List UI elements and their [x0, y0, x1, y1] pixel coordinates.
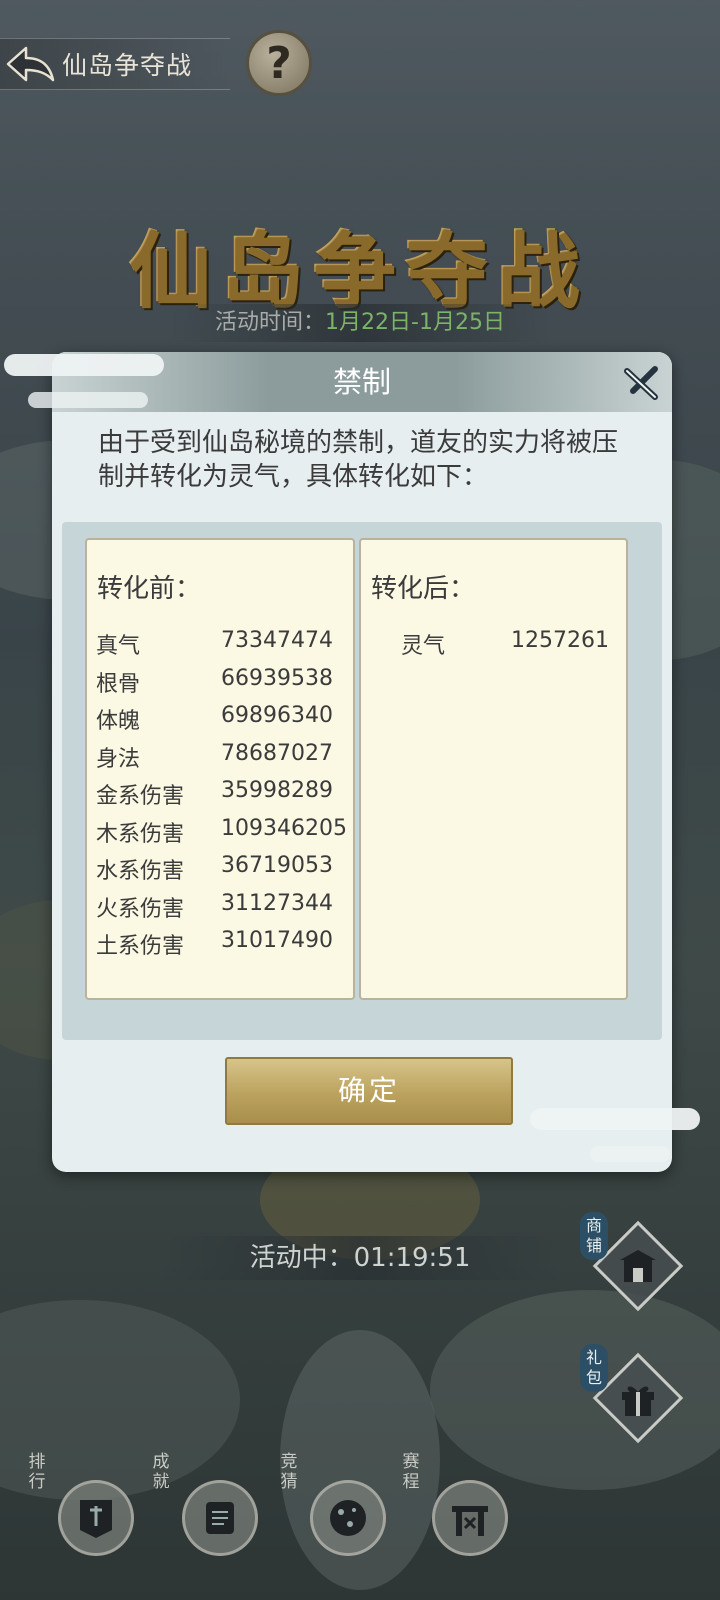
after-stat-name: 灵气 — [401, 634, 446, 659]
before-stat-name: 水系伤害 — [96, 859, 185, 884]
schedule-button[interactable]: 赛程 — [403, 1452, 510, 1558]
schedule-label: 赛程 — [402, 1452, 420, 1492]
before-stat-value: 36719053 — [221, 853, 333, 878]
before-title: 转化前： — [97, 574, 202, 604]
guess-label: 竞猜 — [280, 1452, 298, 1492]
help-button[interactable]: ? — [246, 30, 312, 96]
cloud-decoration — [590, 1146, 670, 1162]
before-stat-name: 木系伤害 — [96, 821, 185, 847]
after-column: 转化后： 灵气 1257261 — [359, 538, 628, 1000]
cloud-decoration — [4, 354, 164, 376]
after-stat-value: 1257261 — [511, 628, 609, 653]
achievement-button[interactable]: 成就 — [153, 1452, 260, 1558]
gift-label: 礼包 — [580, 1344, 608, 1392]
before-stat-value: 69896340 — [221, 703, 333, 728]
before-stat-value: 31127344 — [221, 890, 333, 916]
orb-icon — [330, 1500, 366, 1536]
dialog-title: 禁制 — [332, 365, 391, 399]
page-title: 仙岛争夺战 — [62, 51, 193, 80]
top-bar: 仙岛争夺战 — [0, 38, 230, 90]
before-stat-name: 真气 — [96, 634, 141, 659]
event-time: 活动时间：1月22日-1月25日 — [170, 304, 550, 342]
close-icon — [624, 366, 658, 400]
shop-button[interactable]: 商铺 — [580, 1212, 684, 1312]
scroll-icon — [206, 1502, 234, 1534]
before-stat-value: 31017490 — [221, 928, 333, 953]
back-arrow-icon — [6, 46, 55, 82]
banner-icon — [80, 1500, 112, 1538]
before-stat-name: 土系伤害 — [96, 934, 185, 959]
back-button[interactable] — [0, 38, 62, 90]
gate-icon — [452, 1506, 488, 1536]
cloud-decoration — [28, 392, 148, 408]
confirm-button[interactable]: 确定 — [225, 1057, 513, 1125]
guess-button[interactable]: 竞猜 — [281, 1452, 388, 1558]
conversion-panel: 转化前： 真气 73347474 根骨 66939538 体魄 69896340 身法 786… — [62, 522, 662, 1040]
shop-label: 商铺 — [580, 1212, 608, 1260]
event-time-value: 1月22日-1月25日 — [325, 310, 505, 335]
event-time-label: 活动时间： — [215, 310, 326, 335]
before-stat-name: 金系伤害 — [96, 784, 185, 809]
before-stat-value: 35998289 — [221, 778, 333, 803]
ranking-label: 排行 — [28, 1452, 46, 1492]
before-stat-value: 78687027 — [221, 740, 333, 766]
before-stat-value: 73347474 — [221, 628, 333, 653]
help-icon: ? — [266, 37, 292, 89]
ranking-button[interactable]: 排行 — [29, 1452, 136, 1558]
before-stat-name: 体魄 — [96, 709, 141, 734]
before-column: 转化前： 真气 73347474 根骨 66939538 体魄 69896340 身法 786… — [85, 538, 355, 1000]
before-stat-value: 66939538 — [221, 665, 333, 691]
achievement-label: 成就 — [152, 1452, 170, 1492]
shop-icon — [620, 1250, 656, 1282]
gift-button[interactable]: 礼包 — [580, 1344, 684, 1444]
before-stat-name: 根骨 — [96, 671, 141, 697]
activity-status: 活动中：01:19:51 — [160, 1236, 560, 1280]
before-stat-name: 身法 — [96, 746, 141, 772]
close-button[interactable] — [620, 362, 662, 404]
cloud-decoration — [530, 1108, 700, 1130]
restriction-dialog: 禁制 由于受到仙岛秘境的禁制，道友的实力将被压制并转化为灵气，具体转化如下： 转… — [52, 352, 672, 1172]
before-stat-name: 火系伤害 — [96, 896, 185, 922]
before-stat-value: 109346205 — [221, 815, 347, 841]
gift-icon — [622, 1386, 654, 1416]
after-title: 转化后： — [371, 574, 476, 604]
dialog-intro-text: 由于受到仙岛秘境的禁制，道友的实力将被压制并转化为灵气，具体转化如下： — [98, 428, 619, 492]
